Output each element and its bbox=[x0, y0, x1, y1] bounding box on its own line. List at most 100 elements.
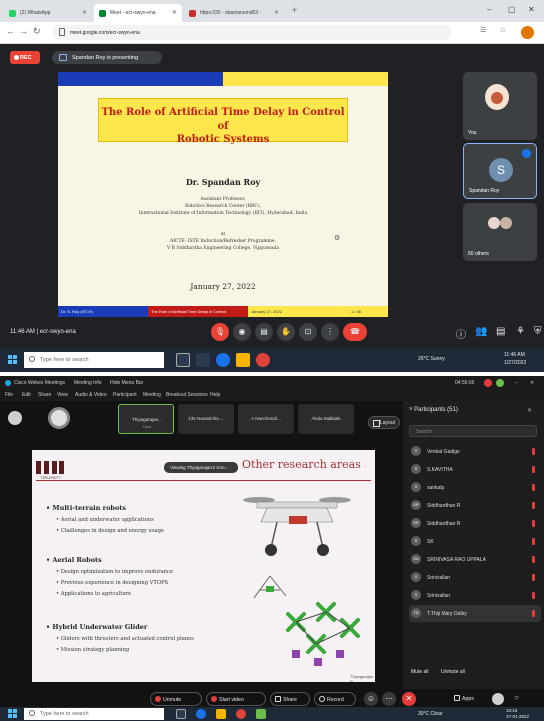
participants-icon[interactable] bbox=[492, 693, 504, 705]
participant-row[interactable]: V Venkat Gadige bbox=[409, 443, 541, 460]
captions-button[interactable]: ▤ bbox=[255, 323, 273, 341]
extensions-icon[interactable]: ☰ bbox=[480, 26, 486, 34]
browser-tab-third[interactable]: https://20 - skarnanumd03 - ✕ bbox=[184, 4, 284, 22]
clock-time[interactable]: 11:46 AM bbox=[504, 352, 525, 358]
info-icon[interactable]: ⓘ bbox=[456, 326, 466, 341]
menu-file[interactable]: File bbox=[5, 392, 13, 398]
clock-time[interactable]: 10:16 bbox=[506, 708, 517, 713]
weather-widget[interactable]: 30°C Clear bbox=[418, 711, 443, 717]
video-thumbnail[interactable]: Akula Mallaiah bbox=[298, 404, 354, 434]
maximize-button[interactable]: ▢ bbox=[508, 5, 516, 14]
participant-row[interactable]: S SK bbox=[409, 533, 541, 550]
chat-icon[interactable]: ○ bbox=[514, 693, 519, 702]
minimize-button[interactable]: – bbox=[515, 380, 518, 386]
layout-button[interactable]: Layout bbox=[368, 416, 400, 429]
menu-breakout-sessions[interactable]: Breakout Sessions bbox=[166, 392, 208, 398]
edge-browser-icon[interactable] bbox=[196, 709, 206, 719]
participant-row[interactable]: S sankalp bbox=[409, 479, 541, 496]
camera-button[interactable]: ◉ bbox=[233, 323, 251, 341]
menu-share[interactable]: Share bbox=[38, 392, 51, 398]
self-view-avatar[interactable] bbox=[8, 411, 22, 425]
file-explorer-icon[interactable] bbox=[236, 353, 250, 367]
video-thumbnail[interactable]: A Nanchandr... bbox=[238, 404, 294, 434]
rec-label: REC bbox=[20, 55, 32, 61]
minimize-button[interactable]: – bbox=[487, 5, 491, 14]
record-button[interactable]: Record bbox=[314, 692, 356, 706]
share-button[interactable]: Share bbox=[270, 692, 310, 706]
clock-date[interactable]: 27-01-2022 bbox=[506, 714, 529, 719]
chrome-icon[interactable] bbox=[256, 353, 270, 367]
avatar[interactable] bbox=[48, 407, 70, 429]
lock-icon[interactable]: ⛨ bbox=[534, 326, 542, 337]
webex-taskbar-icon[interactable] bbox=[256, 709, 266, 719]
raise-hand-button[interactable]: ✋ bbox=[277, 323, 295, 341]
participant-tile-you[interactable]: You bbox=[463, 72, 537, 140]
meeting-info-link[interactable]: Meeting Info bbox=[74, 380, 102, 386]
video-thumbnail-host[interactable]: Thiyagarajan... Host bbox=[118, 404, 174, 434]
participant-tile-presenter[interactable]: S Spandan Roy bbox=[463, 143, 537, 199]
mic-off-button[interactable]: 🎙 bbox=[211, 323, 229, 341]
taskbar-search[interactable]: Type here to search bbox=[24, 708, 164, 720]
browser-tab-whatsapp[interactable]: (2) WhatsApp ✕ bbox=[4, 4, 92, 22]
participant-tile-others[interactable]: 50 others bbox=[463, 203, 537, 261]
reload-icon[interactable]: ↻ bbox=[33, 26, 41, 37]
close-icon[interactable]: ✕ bbox=[82, 9, 87, 16]
browser-tab-strip: (2) WhatsApp ✕ Meet - ecr-swyo-ena ✕ htt… bbox=[0, 0, 544, 22]
windows-start-icon[interactable] bbox=[8, 355, 18, 365]
menu-view[interactable]: View bbox=[57, 392, 68, 398]
windows-start-icon[interactable] bbox=[8, 709, 18, 719]
close-icon[interactable]: ✕ bbox=[172, 9, 177, 16]
participant-row[interactable]: S Srinivallan bbox=[409, 569, 541, 586]
leave-call-button[interactable]: ☎ bbox=[343, 323, 367, 341]
browser-tab-meet[interactable]: Meet - ecr-swyo-ena ✕ bbox=[94, 4, 182, 22]
profile-avatar[interactable] bbox=[521, 26, 534, 39]
file-explorer-icon[interactable] bbox=[216, 709, 226, 719]
more-options-button[interactable]: ⋯ bbox=[382, 692, 396, 706]
close-window-button[interactable]: ✕ bbox=[530, 380, 534, 386]
menu-help[interactable]: Help bbox=[210, 392, 220, 398]
participant-row[interactable]: S S.KAVITHA bbox=[409, 461, 541, 478]
widgets-icon[interactable] bbox=[196, 353, 210, 367]
task-view-icon[interactable] bbox=[176, 353, 190, 367]
chrome-icon[interactable] bbox=[236, 709, 246, 719]
taskbar-search[interactable]: Type here to search bbox=[24, 352, 164, 368]
participant-search-input[interactable]: Search bbox=[409, 425, 537, 437]
close-icon[interactable]: ✕ bbox=[274, 9, 279, 16]
menu-audio-video[interactable]: Audio & Video bbox=[75, 392, 107, 398]
close-window-button[interactable]: ✕ bbox=[528, 5, 535, 14]
task-view-icon[interactable] bbox=[176, 709, 186, 719]
chat-icon[interactable]: ▤ bbox=[496, 326, 505, 337]
participant-row[interactable]: TD T.Thiji Mary Dalby bbox=[409, 605, 541, 622]
edge-browser-icon[interactable] bbox=[216, 353, 230, 367]
unmute-all-button[interactable]: Unmute all bbox=[441, 669, 465, 675]
record-dot-icon bbox=[14, 55, 19, 60]
start-video-button[interactable]: Start video bbox=[206, 692, 266, 706]
apps-button[interactable]: Apps bbox=[450, 692, 484, 706]
forward-icon[interactable]: → bbox=[19, 26, 28, 36]
menu-participant[interactable]: Participant bbox=[113, 392, 137, 398]
more-options-button[interactable]: ⋮ bbox=[321, 323, 339, 341]
unmute-button[interactable]: Unmute bbox=[150, 692, 202, 706]
back-icon[interactable]: ← bbox=[6, 26, 15, 36]
present-button[interactable]: ⊡ bbox=[299, 323, 317, 341]
menu-meeting[interactable]: Meeting bbox=[143, 392, 161, 398]
url-field[interactable]: meet.google.com/ecr-swyo-ena bbox=[52, 25, 452, 40]
weather-widget[interactable]: 26°C Sunny bbox=[418, 356, 445, 362]
people-icon[interactable]: 👥 bbox=[475, 326, 487, 337]
activities-icon[interactable]: ⚘ bbox=[516, 326, 525, 337]
participant-row[interactable]: S Srinivallan bbox=[409, 587, 541, 604]
new-tab-button[interactable]: + bbox=[292, 5, 297, 15]
hide-menu-bar-link[interactable]: Hide Menu Bar bbox=[110, 380, 143, 386]
menu-edit[interactable]: Edit bbox=[22, 392, 31, 398]
participant-row[interactable]: SR Siddhardhan R bbox=[409, 497, 541, 514]
participant-row[interactable]: SU SRINIVASA RAO UPPALA bbox=[409, 551, 541, 568]
participants-header[interactable]: Participants (51) bbox=[409, 407, 458, 413]
clock-date[interactable]: 1/27/2022 bbox=[504, 360, 526, 366]
reactions-button[interactable]: ☺ bbox=[364, 692, 378, 706]
mute-all-button[interactable]: Mute all bbox=[411, 669, 429, 675]
participant-row[interactable]: SR Siddhardhan R bbox=[409, 515, 541, 532]
close-icon[interactable]: ✕ bbox=[527, 407, 532, 414]
video-thumbnail[interactable]: 135 Narasimha ... bbox=[178, 404, 234, 434]
star-icon[interactable]: ☆ bbox=[500, 26, 506, 34]
leave-meeting-button[interactable]: ✕ bbox=[402, 692, 416, 706]
